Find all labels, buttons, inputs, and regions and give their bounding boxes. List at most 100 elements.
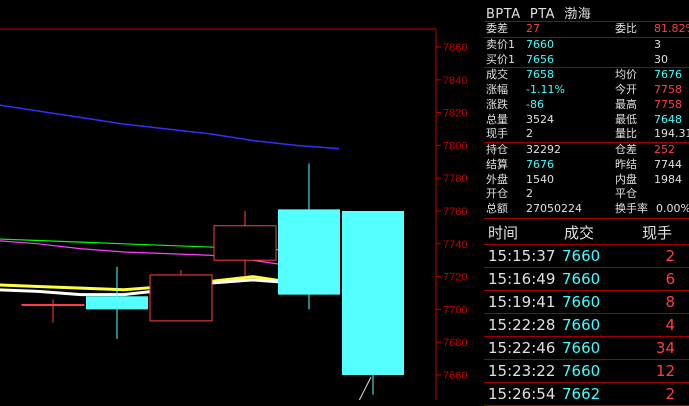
settle-value: 7676 (526, 158, 554, 171)
ticks-header-time: 时间 (488, 224, 519, 242)
volratio-label: 量比 (615, 127, 637, 140)
tick-price: 7660 (562, 316, 601, 334)
candle-body (278, 209, 340, 295)
high-value: 7758 (654, 98, 682, 111)
buy1-volume: 30 (654, 53, 668, 66)
avg-label: 均价 (615, 68, 637, 81)
divider (484, 218, 689, 219)
tick-price: 7660 (562, 247, 601, 265)
chg-value: -86 (526, 98, 544, 111)
volratio-value: 194.31 (654, 127, 689, 140)
presettle-label: 昨结 (615, 158, 637, 171)
tick-volume: 4 (665, 316, 675, 334)
tick-row[interactable]: 15:23:22 7660 12 (484, 360, 689, 383)
chg-label: 涨跌 (486, 98, 508, 111)
tick-time: 15:23:22 (488, 362, 556, 380)
y-tick-label: 7740 (443, 239, 467, 251)
curvol-label: 现手 (486, 127, 508, 140)
tick-volume: 2 (665, 247, 675, 265)
tick-volume: 8 (665, 293, 675, 311)
tick-time: 15:19:41 (488, 293, 556, 311)
amount-label: 总额 (486, 202, 508, 215)
avg-value: 7676 (654, 68, 682, 81)
openpos-value: 2 (526, 187, 533, 200)
weibi-label: 委比 (615, 22, 637, 35)
settle-label: 结算 (486, 158, 508, 171)
candle-body (213, 225, 277, 261)
tick-row[interactable]: 15:22:46 7660 34 (484, 337, 689, 360)
candle-body (21, 303, 85, 306)
open-value: 7758 (654, 83, 682, 96)
exchange-name: 渤海 (564, 7, 592, 22)
instrument-header: BPTA PTA 渤海 (486, 3, 591, 22)
oi-value: 32292 (526, 143, 561, 156)
y-tick-label: 7780 (443, 173, 467, 185)
quote-panel: BPTA PTA 渤海 委差 27 委比 81.82% 卖价1 7660 3 买… (484, 0, 689, 406)
y-tick-label: 7680 (443, 337, 467, 349)
weicha-label: 委差 (486, 22, 508, 35)
weibi-value: 81.82% (654, 22, 689, 35)
inner-value: 1984 (654, 173, 682, 186)
oi-label: 持仓 (486, 143, 508, 156)
last-label: 成交 (486, 68, 508, 81)
curvol-value: 2 (526, 127, 533, 140)
tick-time: 15:22:46 (488, 339, 556, 357)
buy1-price: 7656 (526, 53, 554, 66)
y-tick-label: 7820 (443, 108, 467, 120)
tick-time: 15:16:49 (488, 270, 556, 288)
tick-price: 7662 (562, 385, 601, 403)
presettle-value: 7744 (654, 158, 682, 171)
candle-body (342, 211, 404, 375)
candle-body (149, 274, 213, 322)
y-tick-label: 7840 (443, 75, 467, 87)
instrument-name: PTA (529, 7, 556, 22)
tick-price: 7660 (562, 293, 601, 311)
tick-row[interactable]: 15:16:49 7660 6 (484, 268, 689, 291)
candlestick-chart[interactable]: 7860 7840 7820 7800 7780 7760 7740 7720 7700 7680… (0, 0, 484, 400)
tick-row[interactable]: 15:15:37 7660 2 (484, 245, 689, 268)
tick-row[interactable]: 15:19:41 7660 8 (484, 291, 689, 314)
y-tick-label: 7760 (443, 206, 467, 218)
chgpct-label: 涨幅 (486, 83, 508, 96)
y-tick-label: 7700 (443, 304, 467, 316)
tick-volume: 12 (655, 362, 675, 380)
chart-background (0, 0, 484, 400)
y-tick-label: 7860 (443, 42, 467, 54)
tick-row[interactable]: 15:22:28 7660 4 (484, 314, 689, 337)
last-value: 7658 (526, 68, 554, 81)
tick-row[interactable]: 15:26:54 7662 2 (484, 383, 689, 406)
candle-body (86, 296, 148, 310)
high-label: 最高 (615, 98, 637, 111)
oichg-value: 252 (654, 143, 675, 156)
y-tick-label: 7800 (443, 140, 467, 152)
turnover-value: 0.00% (656, 202, 689, 215)
weicha-value: 27 (526, 22, 540, 35)
tick-price: 7660 (562, 270, 601, 288)
oichg-label: 仓差 (615, 143, 637, 156)
ticks-header-price: 成交 (564, 224, 595, 242)
tick-price: 7660 (562, 362, 601, 380)
openpos-label: 开仓 (486, 187, 508, 200)
candle[interactable] (342, 211, 404, 395)
ticks-header-vol: 现手 (642, 224, 673, 242)
sell1-volume: 3 (654, 38, 661, 51)
tick-volume: 2 (665, 385, 675, 403)
y-tick-label: 7720 (443, 272, 467, 284)
turnover-label: 换手率 (615, 202, 648, 215)
tick-volume: 34 (655, 339, 675, 357)
y-tick-label: 7660 (443, 370, 467, 382)
tick-time: 15:15:37 (488, 247, 556, 265)
amount-value: 27050224 (526, 202, 582, 215)
candle[interactable] (149, 270, 213, 322)
sell1-price: 7660 (526, 38, 554, 51)
tick-price: 7660 (562, 339, 601, 357)
tick-time: 15:26:54 (488, 385, 556, 403)
tick-time: 15:22:28 (488, 316, 556, 334)
open-label: 今开 (615, 83, 637, 96)
chgpct-value: -1.11% (526, 83, 565, 96)
tick-volume: 6 (665, 270, 675, 288)
sell1-label: 卖价1 (486, 38, 515, 51)
buy1-label: 买价1 (486, 53, 515, 66)
closepos-label: 平仓 (615, 187, 637, 200)
instrument-code: BPTA (486, 7, 521, 22)
